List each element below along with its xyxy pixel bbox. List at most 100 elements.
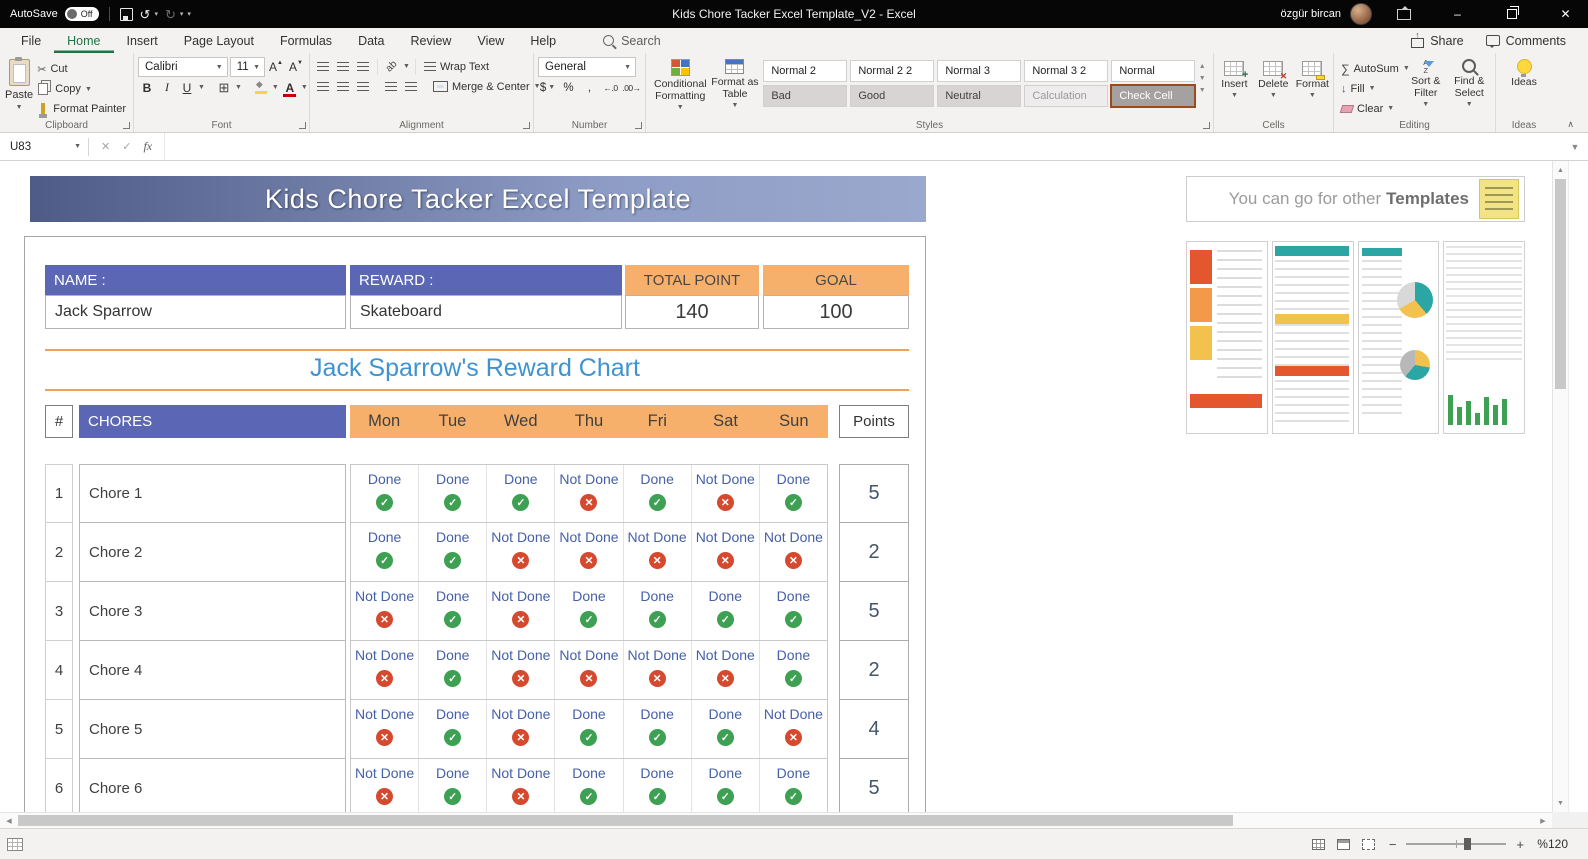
total-point-header-cell[interactable]: TOTAL POINT — [625, 265, 759, 295]
worksheet[interactable]: Kids Chore Tacker Excel Template You can… — [0, 161, 1552, 812]
status-cell[interactable]: Done✓ — [487, 465, 555, 522]
status-cell[interactable]: Not Done✕ — [555, 523, 623, 581]
chore-name-cell[interactable]: Chore 2 — [79, 523, 346, 582]
wrap-text-button[interactable]: Wrap Text — [421, 57, 492, 76]
underline-caret-icon[interactable]: ▼ — [198, 84, 205, 91]
middle-align-button[interactable] — [334, 57, 352, 76]
template-thumbnail[interactable] — [1358, 241, 1440, 434]
status-cell[interactable]: Done✓ — [760, 759, 827, 812]
italic-button[interactable]: I — [158, 78, 176, 97]
sort-filter-button[interactable]: AZ Sort & Filter ▼ — [1404, 56, 1448, 118]
status-cell[interactable]: Not Done✕ — [692, 523, 760, 581]
page-break-preview-icon[interactable] — [1362, 839, 1375, 850]
increase-decimal-button[interactable]: ←.0 — [601, 78, 620, 97]
cell-style-neutral[interactable]: Neutral — [937, 85, 1021, 107]
fill-button[interactable]: ↓Fill▼ — [1338, 79, 1404, 98]
status-cell[interactable]: Not Done✕ — [487, 700, 555, 758]
status-cell[interactable]: Not Done✕ — [351, 759, 419, 812]
zoom-level[interactable]: %120 — [1534, 837, 1568, 851]
quick-access-customize-icon[interactable]: ▾ — [187, 10, 191, 18]
total-point-value-cell[interactable]: 140 — [625, 295, 759, 329]
points-column-header[interactable]: Points — [839, 405, 909, 438]
tab-insert[interactable]: Insert — [114, 28, 171, 53]
status-cell[interactable]: Not Done✕ — [555, 641, 623, 699]
number-format-select[interactable]: General▼ — [538, 57, 636, 77]
conditional-formatting-button[interactable]: Conditional Formatting ▼ — [650, 56, 711, 118]
decrease-font-size-button[interactable]: A▼ — [287, 58, 305, 77]
status-cell[interactable]: Not Done✕ — [760, 700, 827, 758]
reward-value-cell[interactable]: Skateboard — [350, 295, 622, 329]
orientation-caret-icon[interactable]: ▼ — [403, 63, 410, 70]
align-left-button[interactable] — [314, 77, 332, 96]
status-cell[interactable]: Done✓ — [419, 523, 487, 581]
redo-button[interactable]: ↻ — [165, 8, 176, 21]
goal-header-cell[interactable]: GOAL — [763, 265, 909, 295]
tab-review[interactable]: Review — [397, 28, 464, 53]
undo-button[interactable]: ↺ — [140, 8, 151, 21]
sheet-navigation-icon[interactable] — [7, 838, 23, 851]
orientation-button[interactable]: ab — [383, 57, 401, 76]
close-button[interactable]: ✕ — [1543, 0, 1588, 28]
zoom-slider[interactable] — [1406, 843, 1506, 845]
cell-style-normal-3-2[interactable]: Normal 3 2 — [1024, 60, 1108, 82]
borders-icon[interactable]: ⊞ — [218, 81, 229, 94]
comments-button[interactable]: Comments — [1476, 28, 1576, 53]
align-center-button[interactable] — [334, 77, 352, 96]
format-as-table-button[interactable]: Format as Table ▼ — [711, 56, 760, 118]
status-cell[interactable]: Not Done✕ — [692, 641, 760, 699]
horizontal-scroll-thumb[interactable] — [18, 815, 1233, 826]
scroll-down-icon[interactable]: ▼ — [1553, 796, 1568, 810]
delete-cells-button[interactable]: Delete ▼ — [1257, 58, 1290, 118]
bottom-align-button[interactable] — [354, 57, 372, 76]
status-cell[interactable]: Done✓ — [624, 759, 692, 812]
save-icon[interactable] — [120, 8, 133, 21]
page-layout-view-icon[interactable] — [1337, 839, 1350, 850]
scroll-up-icon[interactable]: ▲ — [1553, 163, 1568, 177]
fill-color-icon[interactable] — [254, 81, 268, 94]
find-select-button[interactable]: Find & Select ▼ — [1448, 56, 1492, 118]
align-right-button[interactable] — [354, 77, 372, 96]
status-cell[interactable]: Not Done✕ — [760, 523, 827, 581]
redo-caret-icon[interactable]: ▾ — [180, 10, 184, 18]
tab-page-layout[interactable]: Page Layout — [171, 28, 267, 53]
name-value-cell[interactable]: Jack Sparrow — [45, 295, 346, 329]
format-painter-button[interactable]: Format Painter — [34, 100, 129, 118]
chore-name-cell[interactable]: Chore 5 — [79, 700, 346, 759]
increase-indent-button[interactable] — [402, 77, 420, 96]
status-cell[interactable]: Done✓ — [692, 582, 760, 640]
insert-cells-button[interactable]: Insert ▼ — [1218, 58, 1251, 118]
zoom-slider-thumb[interactable] — [1464, 838, 1471, 850]
fill-color-caret-icon[interactable]: ▼ — [272, 84, 279, 91]
status-cell[interactable]: Done✓ — [351, 465, 419, 522]
status-cell[interactable]: Done✓ — [555, 582, 623, 640]
number-column-header[interactable]: # — [45, 405, 73, 438]
font-family-select[interactable]: Calibri▼ — [138, 57, 228, 77]
status-cell[interactable]: Done✓ — [351, 523, 419, 581]
status-cell[interactable]: Not Done✕ — [624, 523, 692, 581]
status-cell[interactable]: Not Done✕ — [487, 641, 555, 699]
cancel-entry-icon[interactable]: ✕ — [101, 140, 110, 153]
template-thumbnail[interactable] — [1443, 241, 1525, 434]
gallery-scroll-up-icon[interactable]: ▲ — [1199, 63, 1206, 70]
undo-caret-icon[interactable]: ▾ — [154, 10, 158, 18]
status-cell[interactable]: Not Done✕ — [487, 523, 555, 581]
tab-help[interactable]: Help — [517, 28, 569, 53]
comma-style-button[interactable]: , — [580, 78, 599, 97]
search-button[interactable]: Search — [603, 34, 661, 48]
status-cell[interactable]: Not Done✕ — [487, 582, 555, 640]
vertical-scroll-thumb[interactable] — [1555, 179, 1566, 389]
font-size-select[interactable]: 11▼ — [230, 57, 265, 77]
decrease-decimal-button[interactable]: .00→ — [622, 78, 641, 97]
status-cell[interactable]: Done✓ — [555, 759, 623, 812]
status-cell[interactable]: Not Done✕ — [624, 641, 692, 699]
status-cell[interactable]: Done✓ — [419, 582, 487, 640]
cell-style-calculation[interactable]: Calculation — [1024, 85, 1108, 107]
font-color-icon[interactable]: A — [283, 81, 296, 95]
clear-button[interactable]: Clear▼ — [1338, 99, 1404, 118]
tab-view[interactable]: View — [464, 28, 517, 53]
underline-button[interactable]: U — [178, 78, 196, 97]
autosum-button[interactable]: ∑AutoSum▼ — [1338, 59, 1404, 78]
chore-name-cell[interactable]: Chore 3 — [79, 582, 346, 641]
copy-button[interactable]: Copy▼ — [34, 80, 129, 98]
reward-header-cell[interactable]: REWARD : — [350, 265, 622, 295]
